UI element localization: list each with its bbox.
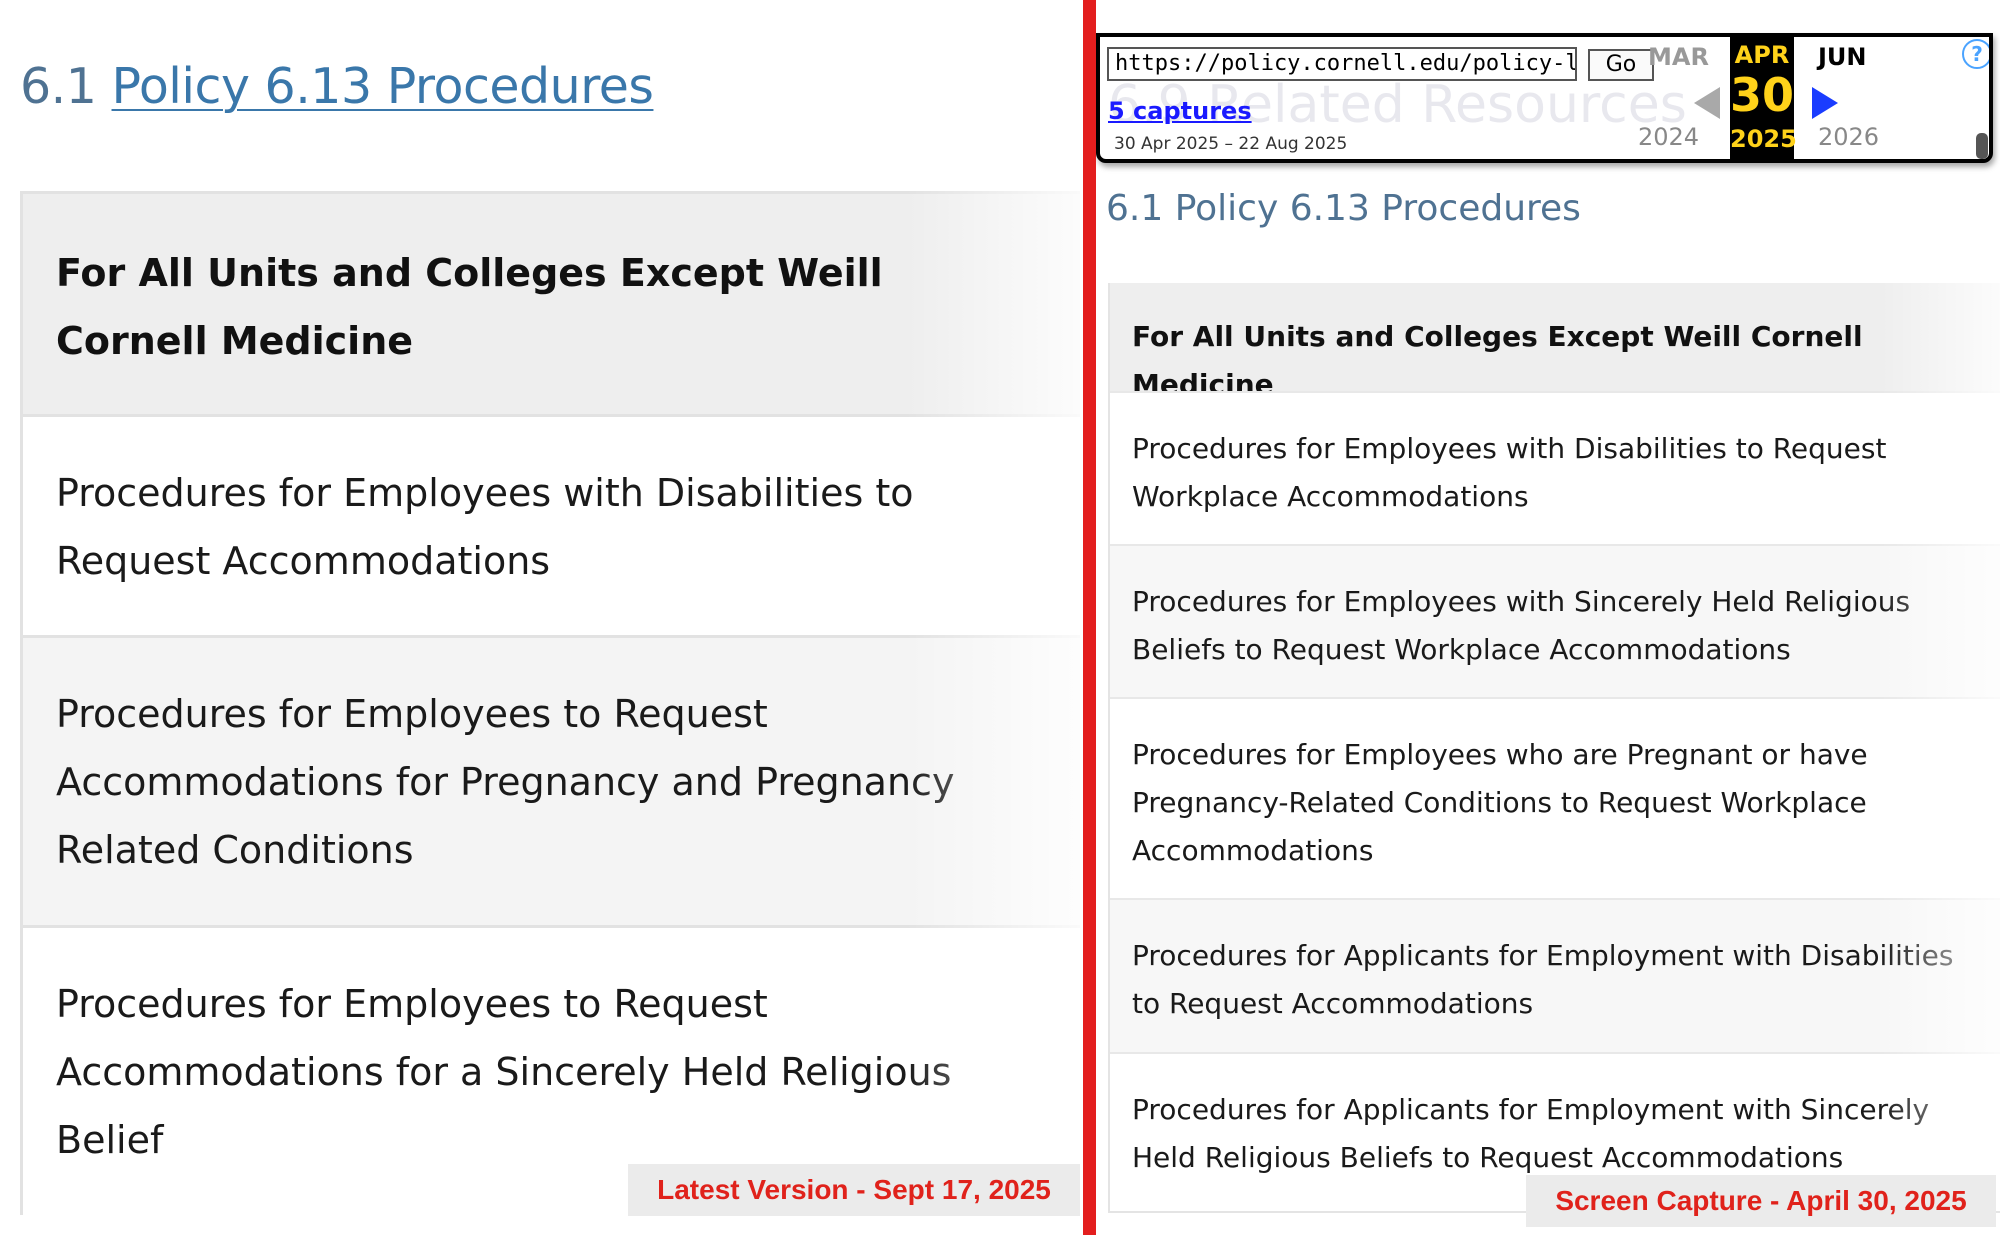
page-heading: 6.1 Policy 6.13 Procedures bbox=[20, 52, 654, 122]
accordion-header[interactable]: For All Units and Colleges Except Weill … bbox=[1110, 283, 2000, 401]
wayback-url-input[interactable]: https://policy.cornell.edu/policy-librar… bbox=[1107, 47, 1577, 81]
capture-procedures-accordion: For All Units and Colleges Except Weill … bbox=[1108, 283, 2000, 1213]
accordion-item-label: Procedures for Employees who are Pregnan… bbox=[1132, 738, 1868, 867]
accordion-item-label: Procedures for Employees to Request Acco… bbox=[56, 692, 955, 872]
accordion-item[interactable]: Procedures for Employees with Sincerely … bbox=[1110, 544, 2000, 697]
prev-year-label[interactable]: 2024 bbox=[1638, 123, 1699, 151]
heading-number: 6.1 bbox=[20, 58, 97, 115]
accordion-item-label: Procedures for Employees with Disabiliti… bbox=[1132, 432, 1887, 513]
go-button[interactable]: Go bbox=[1588, 49, 1654, 81]
prev-month-label[interactable]: MAR bbox=[1648, 43, 1709, 71]
accordion-header-label: For All Units and Colleges Except Weill … bbox=[56, 251, 883, 363]
current-capture-highlight: APR 30 2025 bbox=[1730, 37, 1797, 159]
accordion-item[interactable]: Procedures for Employees who are Pregnan… bbox=[1110, 697, 2000, 898]
latest-version-pane: 6.1 Policy 6.13 Procedures For All Units… bbox=[0, 0, 1085, 1235]
accordion-item-label: Procedures for Employees to Request Acco… bbox=[56, 982, 952, 1162]
latest-version-caption: Latest Version - Sept 17, 2025 bbox=[628, 1164, 1080, 1216]
policy-procedures-link[interactable]: Policy 6.13 Procedures bbox=[112, 58, 654, 115]
help-icon[interactable]: ? bbox=[1962, 39, 1989, 69]
accordion-item-label: Procedures for Applicants for Employment… bbox=[1132, 1093, 1930, 1174]
accordion-item-label: Procedures for Employees with Disabiliti… bbox=[56, 471, 914, 583]
next-capture-arrow-icon[interactable] bbox=[1812, 87, 1838, 119]
accordion-header[interactable]: For All Units and Colleges Except Weill … bbox=[23, 194, 1080, 414]
next-year-label[interactable]: 2026 bbox=[1818, 123, 1879, 151]
capture-page-heading: 6.1 Policy 6.13 Procedures bbox=[1106, 188, 1581, 229]
accordion-item-label: Procedures for Applicants for Employment… bbox=[1132, 939, 1954, 1020]
current-year-label: 2025 bbox=[1730, 125, 1797, 153]
comparison-divider bbox=[1083, 0, 1096, 1235]
current-month-label: APR bbox=[1734, 41, 1790, 69]
accordion-item-label: Procedures for Employees with Sincerely … bbox=[1132, 585, 1911, 666]
wayback-toolbar: 6.9 Related Resources https://policy.cor… bbox=[1096, 33, 1993, 163]
screen-capture-caption: Screen Capture - April 30, 2025 bbox=[1526, 1175, 1996, 1227]
accordion-item[interactable]: Procedures for Employees with Disabiliti… bbox=[1110, 391, 2000, 544]
next-month-label[interactable]: JUN bbox=[1818, 43, 1867, 71]
accordion-item[interactable]: Procedures for Employees to Request Acco… bbox=[23, 635, 1080, 925]
capture-date-range: 30 Apr 2025 – 22 Aug 2025 bbox=[1114, 134, 1348, 154]
screen-capture-pane: 6.9 Related Resources https://policy.cor… bbox=[1096, 0, 2000, 1235]
toolbar-scroll-handle[interactable] bbox=[1976, 133, 1988, 159]
accordion-item[interactable]: Procedures for Applicants for Employment… bbox=[1110, 898, 2000, 1052]
captures-link[interactable]: 5 captures bbox=[1108, 97, 1252, 125]
accordion-item[interactable]: Procedures for Employees with Disabiliti… bbox=[23, 414, 1080, 635]
procedures-accordion: For All Units and Colleges Except Weill … bbox=[20, 191, 1080, 1218]
current-day-label: 30 bbox=[1730, 68, 1795, 122]
prev-capture-arrow-icon[interactable] bbox=[1694, 87, 1720, 119]
